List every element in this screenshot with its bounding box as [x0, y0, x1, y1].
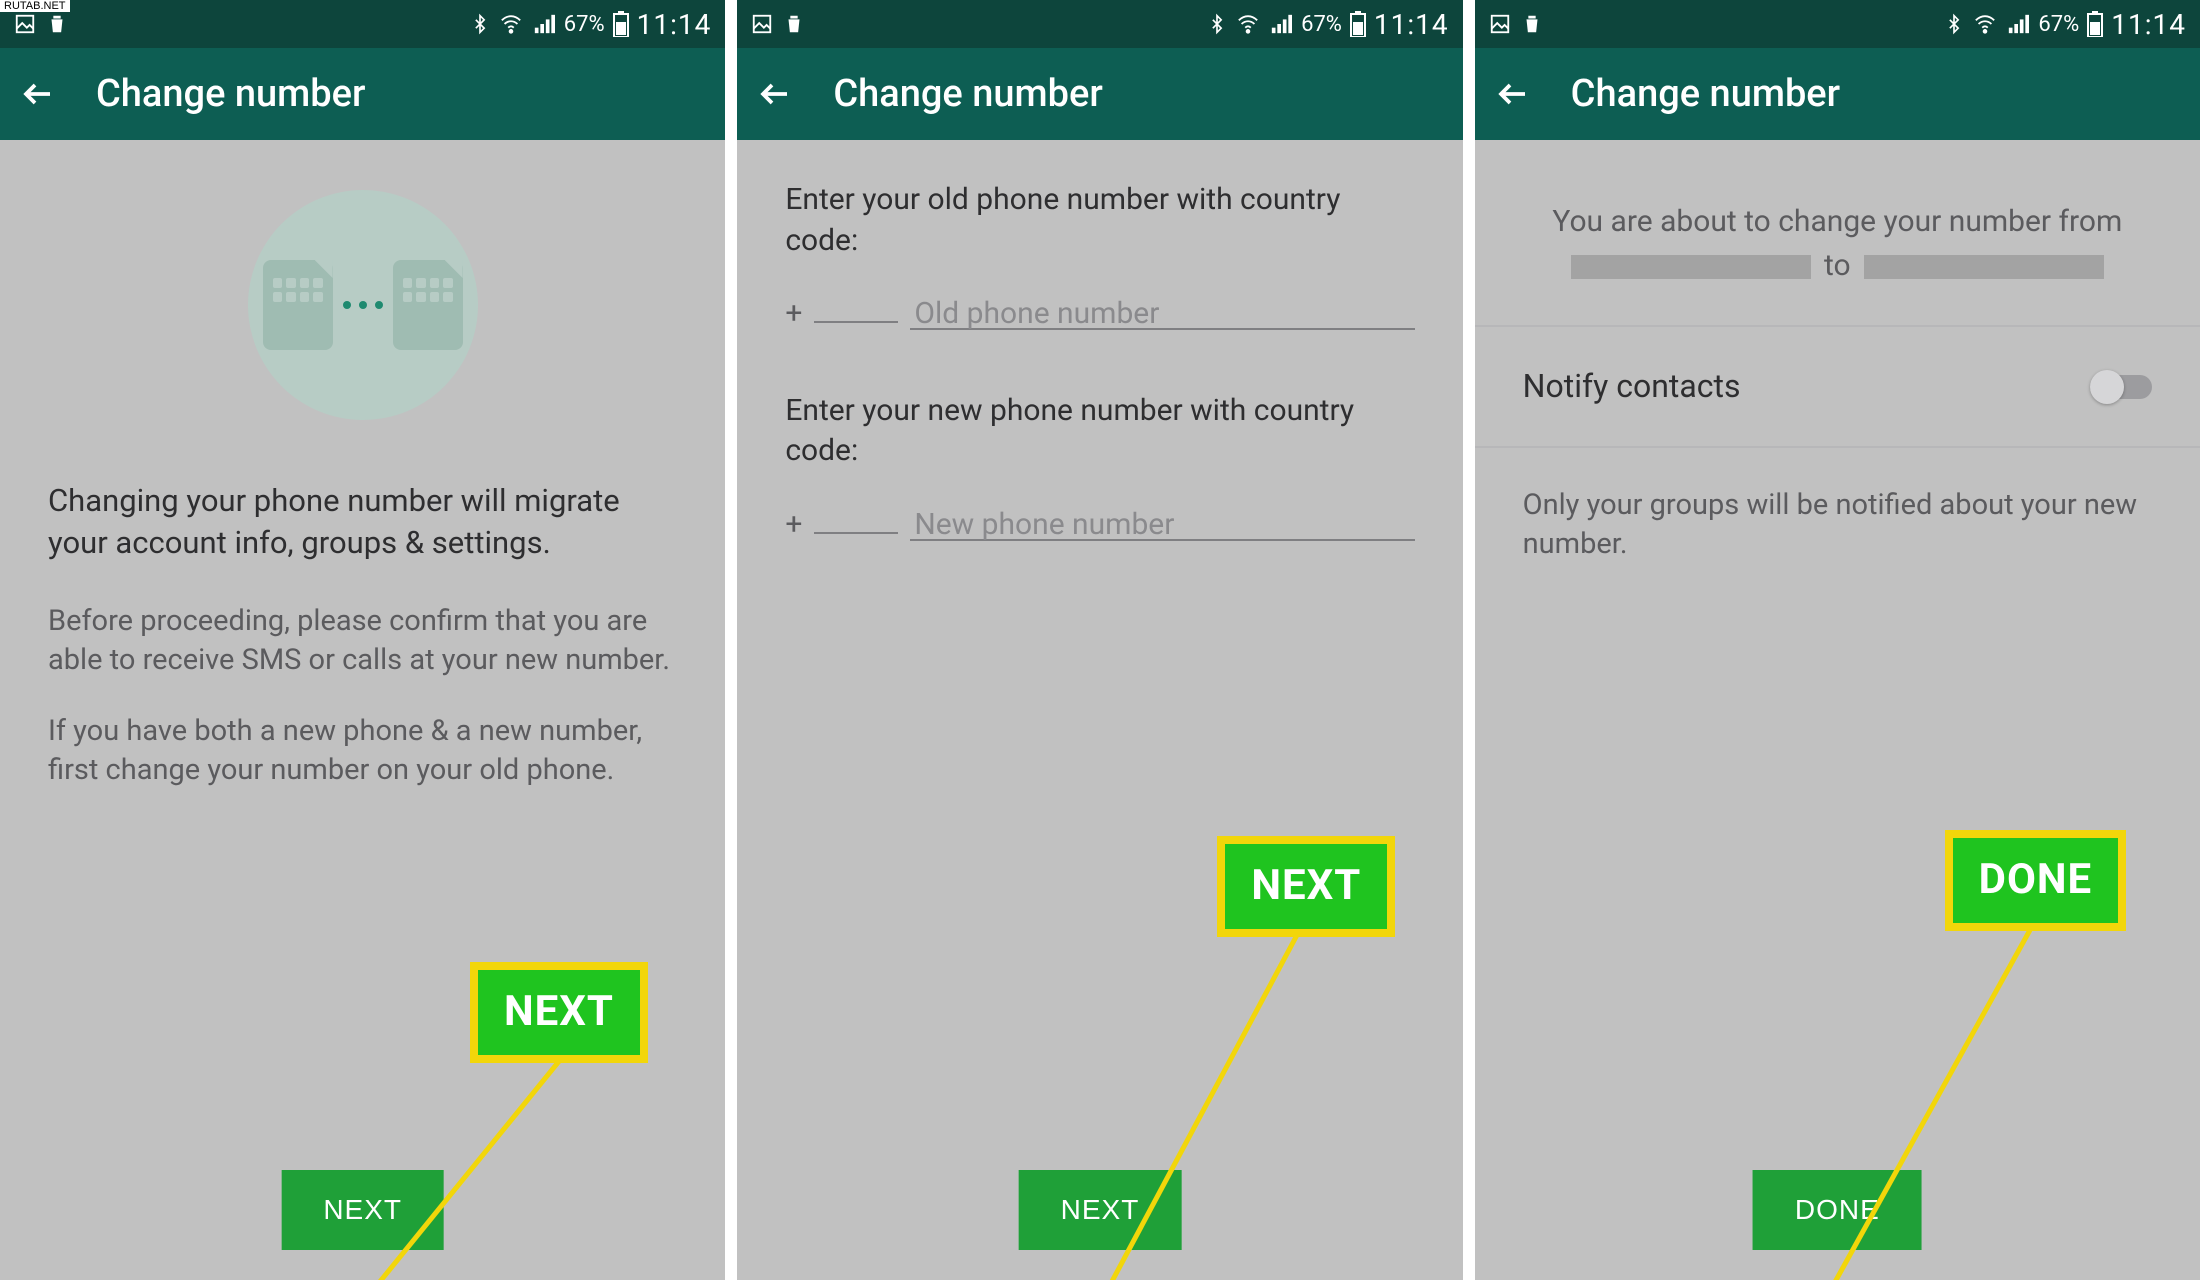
battery-icon — [1350, 11, 1366, 37]
old-country-code-field[interactable] — [814, 287, 898, 323]
groups-notified-text: Only your groups will be notified about … — [1523, 486, 2152, 564]
wifi-icon — [1235, 13, 1261, 35]
trash-icon — [46, 13, 68, 35]
back-arrow-icon[interactable] — [1495, 76, 1531, 112]
confirm-prefix: You are about to change your number from — [1552, 204, 2122, 239]
screen-1: 67% 11:14 Change number Changing your ph… — [0, 0, 725, 1280]
back-arrow-icon[interactable] — [20, 76, 56, 112]
redacted-new-number — [1864, 255, 2104, 279]
wifi-icon — [498, 13, 524, 35]
back-arrow-icon[interactable] — [757, 76, 793, 112]
page-title: Change number — [833, 72, 1102, 116]
plus-icon: + — [785, 505, 802, 552]
wifi-icon — [1972, 13, 1998, 35]
page-title: Change number — [96, 72, 365, 116]
page-title: Change number — [1571, 72, 1840, 116]
confirm-text: You are about to change your number from… — [1523, 200, 2152, 287]
bluetooth-icon — [470, 12, 490, 36]
old-phone-field[interactable]: Old phone number — [910, 294, 1414, 330]
confirm-to: to — [1824, 248, 1851, 283]
new-number-row: + New phone number — [785, 498, 1414, 552]
notify-contacts-label: Notify contacts — [1523, 365, 1741, 408]
divider — [1475, 446, 2200, 448]
bluetooth-icon — [1944, 12, 1964, 36]
battery-icon — [613, 11, 629, 37]
screen-3-content: You are about to change your number from… — [1475, 140, 2200, 1280]
migrate-headline: Changing your phone number will migrate … — [48, 480, 677, 564]
screen-1-content: Changing your phone number will migrate … — [0, 140, 725, 1280]
battery-percentage: 67% — [2038, 12, 2079, 37]
notify-contacts-toggle[interactable] — [2090, 375, 2152, 399]
gallery-icon — [751, 13, 773, 35]
screen-2: 67% 11:14 Change number Enter your old p… — [737, 0, 1462, 1280]
bluetooth-icon — [1207, 12, 1227, 36]
old-number-label: Enter your old phone number with country… — [785, 180, 1414, 261]
battery-percentage: 67% — [564, 12, 605, 37]
sim-graphic — [248, 190, 478, 420]
callout-next: NEXT — [470, 962, 648, 1063]
app-bar: Change number — [0, 48, 725, 140]
battery-percentage: 67% — [1301, 12, 1342, 37]
status-bar: 67% 11:14 — [1475, 0, 2200, 48]
divider — [1475, 325, 2200, 327]
next-button[interactable]: NEXT — [1019, 1170, 1182, 1250]
screen-3: 67% 11:14 Change number You are about to… — [1475, 0, 2200, 1280]
callout-done: DONE — [1945, 830, 2127, 931]
watermark: RUTAB.NET — [0, 0, 70, 12]
both-new-text: If you have both a new phone & a new num… — [48, 712, 677, 790]
confirm-sms-text: Before proceeding, please confirm that y… — [48, 602, 677, 680]
status-bar: 67% 11:14 — [737, 0, 1462, 48]
signal-icon — [1269, 13, 1293, 35]
redacted-old-number — [1571, 255, 1811, 279]
trash-icon — [1521, 13, 1543, 35]
app-bar: Change number — [737, 48, 1462, 140]
new-number-label: Enter your new phone number with country… — [785, 391, 1414, 472]
old-number-row: + Old phone number — [785, 287, 1414, 341]
new-phone-field[interactable]: New phone number — [910, 505, 1414, 541]
notify-contacts-row: Notify contacts — [1523, 365, 2152, 408]
signal-icon — [532, 13, 556, 35]
next-button[interactable]: NEXT — [281, 1170, 444, 1250]
gallery-icon — [1489, 13, 1511, 35]
status-bar: 67% 11:14 — [0, 0, 725, 48]
clock: 11:14 — [637, 8, 712, 41]
plus-icon: + — [785, 294, 802, 341]
app-bar: Change number — [1475, 48, 2200, 140]
signal-icon — [2006, 13, 2030, 35]
new-country-code-field[interactable] — [814, 498, 898, 534]
screen-2-content: Enter your old phone number with country… — [737, 140, 1462, 1280]
callout-next: NEXT — [1217, 836, 1395, 937]
clock: 11:14 — [2111, 8, 2186, 41]
battery-icon — [2087, 11, 2103, 37]
trash-icon — [783, 13, 805, 35]
gallery-icon — [14, 13, 36, 35]
done-button[interactable]: DONE — [1753, 1170, 1922, 1250]
clock: 11:14 — [1374, 8, 1449, 41]
